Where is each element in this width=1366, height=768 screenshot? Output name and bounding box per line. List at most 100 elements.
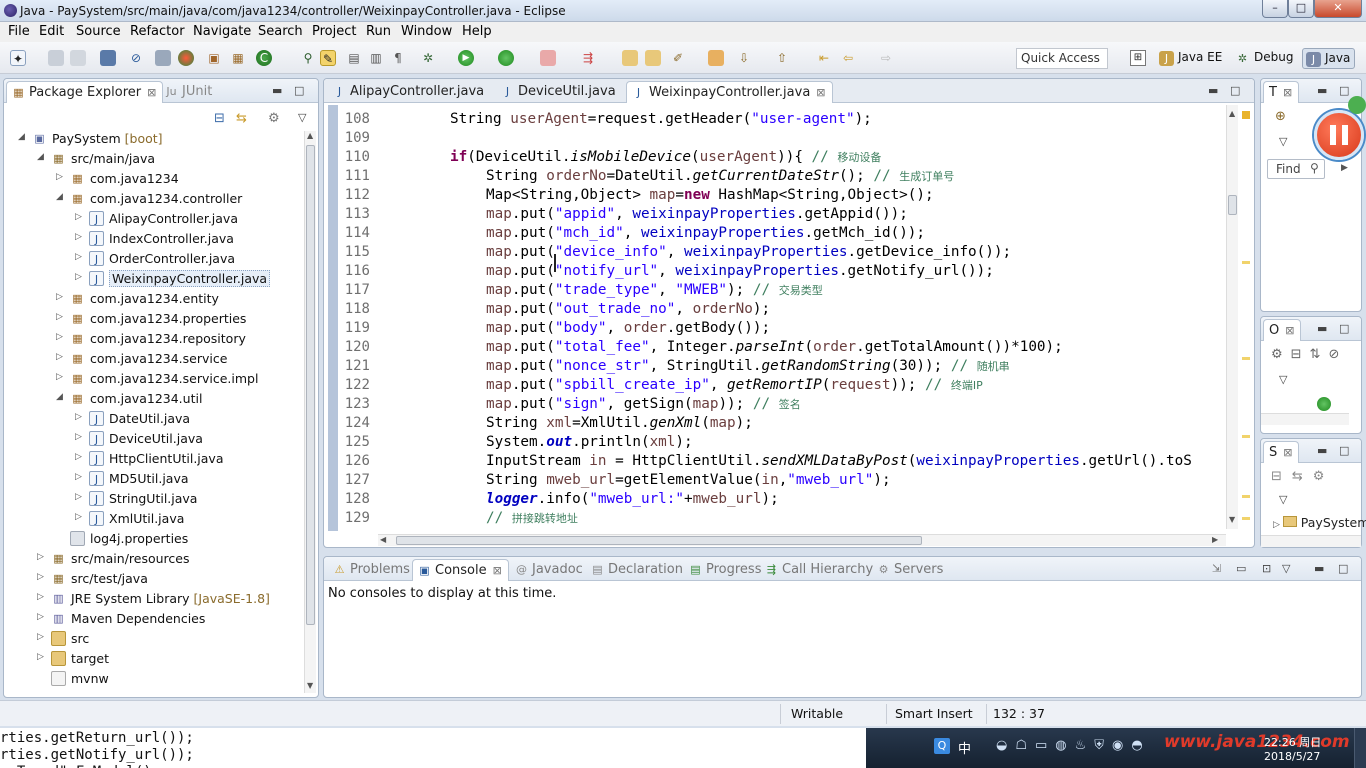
tab-alipay-controller[interactable]: J AlipayController.java [328, 81, 490, 103]
word-wrap-icon[interactable]: ¶ [390, 50, 406, 66]
new-class-icon[interactable]: C [256, 50, 272, 66]
code-line[interactable]: 128 logger.info("mweb_url:"+mweb_url); [326, 491, 1226, 510]
next-annotation-icon[interactable]: ⇩ [736, 50, 752, 66]
tab-weixinpay-controller[interactable]: J WeixinpayController.java ⊠ [626, 81, 833, 103]
last-edit-location-icon[interactable]: ⇤ [816, 50, 832, 66]
maximize-view-button[interactable]: □ [294, 84, 304, 97]
tree-item[interactable]: ▷ ▦ com.java1234.service.impl [4, 369, 304, 389]
code-line[interactable]: 111 String orderNo=DateUtil.getCurrentDat… [326, 168, 1226, 187]
expand-arrow-icon[interactable]: ▷ [37, 572, 47, 582]
expand-arrow-icon[interactable]: ▷ [56, 312, 66, 322]
close-tab-icon[interactable]: ⊠ [1285, 324, 1294, 337]
mark-occurrences-icon[interactable]: ✎ [320, 50, 336, 66]
maximize-editor-button[interactable]: □ [1230, 84, 1240, 97]
servers-scrollbar[interactable] [1261, 535, 1361, 547]
view-menu-icon[interactable]: ▽ [298, 111, 306, 124]
previous-annotation-icon[interactable]: ⇧ [774, 50, 790, 66]
tree-item[interactable]: ▷ src [4, 629, 304, 649]
maximize-view-button[interactable]: □ [1339, 444, 1349, 457]
view-menu-icon[interactable]: ▽ [1279, 373, 1287, 386]
debug-icon[interactable]: ✲ [420, 50, 436, 66]
tab-console[interactable]: ▣ Console ⊠ [412, 559, 509, 581]
web-browser-icon[interactable] [178, 50, 194, 66]
expand-arrow-icon[interactable]: ▷ [75, 472, 85, 482]
print-icon[interactable] [100, 50, 116, 66]
scroll-down-icon[interactable]: ▼ [1229, 515, 1235, 524]
tree-item[interactable]: ▷ ▦ com.java1234 [4, 169, 304, 189]
view-menu-icon[interactable]: ▽ [1279, 135, 1287, 148]
code-line[interactable]: 110 if(DeviceUtil.isMobileDevice(userAgen… [326, 149, 1226, 168]
view-menu-icon[interactable]: ▽ [1282, 562, 1290, 575]
tree-item[interactable]: ▷ J AlipayController.java [4, 209, 304, 229]
expand-arrow-icon[interactable]: ▷ [56, 352, 66, 362]
close-tab-icon[interactable]: ⊠ [816, 86, 825, 99]
clock-date[interactable]: 2018/5/27 [1264, 750, 1320, 763]
tree-item[interactable]: ▷ J XmlUtil.java [4, 509, 304, 529]
close-tab-icon[interactable]: ⊠ [147, 86, 156, 99]
tab-junit[interactable]: Ju JUnit [160, 81, 218, 103]
new-package-icon[interactable]: ▦ [230, 50, 246, 66]
scroll-up-icon[interactable]: ▲ [307, 131, 313, 140]
code-line[interactable]: 121 map.put("nonce_str", StringUtil.getRa… [326, 358, 1226, 377]
minimize-view-button[interactable]: ▬ [1317, 84, 1327, 97]
code-line[interactable]: 115 map.put("device_info", weixinpayPrope… [326, 244, 1226, 263]
minimize-view-button[interactable]: ▬ [1314, 562, 1324, 575]
forward-icon[interactable]: ⇨ [878, 50, 894, 66]
editor-horizontal-scrollbar[interactable]: ◀ ▶ [378, 534, 1226, 546]
tab-task-list[interactable]: T ⊠ [1263, 81, 1300, 103]
code-line[interactable]: 108 String userAgent=request.getHeader("u… [326, 111, 1226, 130]
code-line[interactable]: 124 String xml=XmlUtil.genXml(map); [326, 415, 1226, 434]
tab-problems[interactable]: ⚠ Problems [328, 559, 416, 581]
maximize-view-button[interactable]: □ [1338, 562, 1348, 575]
tree-item[interactable]: ▷ ▥ JRE System Library [JavaSE-1.8] [4, 589, 304, 609]
expand-arrow-icon[interactable]: ▷ [37, 612, 47, 622]
pin-console-icon[interactable]: ⇲ [1212, 562, 1221, 575]
view-menu-icon[interactable]: ▽ [1279, 493, 1287, 506]
tree-item[interactable]: ▷ ▦ src/main/resources [4, 549, 304, 569]
tree-item[interactable]: ▷ J DeviceUtil.java [4, 429, 304, 449]
menu-run[interactable]: Run [366, 24, 391, 39]
open-resource-icon[interactable] [708, 50, 724, 66]
terminate-icon[interactable] [540, 50, 556, 66]
tree-item[interactable]: ▷ J DateUtil.java [4, 409, 304, 429]
expand-arrow-icon[interactable]: ▷ [56, 172, 66, 182]
close-tab-icon[interactable]: ⊠ [1283, 446, 1292, 459]
tree-item[interactable]: ◢ ▣ PaySystem [boot] [4, 129, 304, 149]
close-button[interactable]: ✕ [1314, 0, 1362, 18]
tree-item[interactable]: log4j.properties [4, 529, 304, 549]
toggle-mark-icon[interactable] [155, 50, 171, 66]
open-folder-icon[interactable] [622, 50, 638, 66]
block-selection-icon[interactable]: ▥ [368, 50, 384, 66]
show-whitespace-icon[interactable]: ▤ [346, 50, 362, 66]
close-tab-icon[interactable]: ⊠ [493, 564, 502, 577]
expand-arrow-icon[interactable]: ▷ [75, 412, 85, 422]
show-desktop-button[interactable] [1354, 728, 1366, 768]
maximize-view-button[interactable]: □ [1339, 322, 1349, 335]
tree-item[interactable]: ▷ J OrderController.java [4, 249, 304, 269]
collapse-all-icon[interactable]: ⊟ [214, 111, 225, 126]
back-icon[interactable]: ⇦ [840, 50, 856, 66]
explorer-scroll-thumb[interactable] [306, 145, 315, 625]
tree-item[interactable]: ◢ ▦ com.java1234.controller [4, 189, 304, 209]
tree-item[interactable]: ▷ J WeixinpayController.java [4, 269, 304, 289]
expand-arrow-icon[interactable]: ▶ [1341, 163, 1348, 173]
open-perspective-icon[interactable]: ⊞ [1130, 50, 1146, 66]
code-line[interactable]: 109 [326, 130, 1226, 149]
perspective-java-ee[interactable]: J Java EE [1156, 48, 1226, 69]
expand-arrow-icon[interactable]: ◢ [56, 192, 66, 202]
code-line[interactable]: 127 String mweb_url=getElementValue(in,"m… [326, 472, 1226, 491]
minimize-editor-button[interactable]: ▬ [1208, 84, 1218, 97]
new-icon[interactable]: ✦ [10, 50, 26, 66]
run-icon[interactable]: ▶ [458, 50, 474, 66]
expand-arrow-icon[interactable]: ▷ [75, 232, 85, 242]
tree-item[interactable]: ▷ J MD5Util.java [4, 469, 304, 489]
code-line[interactable]: 129 // 拼接跳转地址 [326, 510, 1226, 529]
scroll-down-icon[interactable]: ▼ [307, 681, 313, 690]
editor-hscroll-thumb[interactable] [396, 536, 922, 545]
code-editor[interactable]: 108 String userAgent=request.getHeader("u… [326, 106, 1226, 530]
expand-arrow-icon[interactable]: ▷ [75, 212, 85, 222]
code-line[interactable]: 123 map.put("sign", getSign(map)); // 签名 [326, 396, 1226, 415]
code-line[interactable]: 112 Map<String,Object> map=new HashMap<St… [326, 187, 1226, 206]
expand-arrow-icon[interactable]: ▷ [37, 592, 47, 602]
minimize-view-button[interactable]: ▬ [1317, 322, 1327, 335]
